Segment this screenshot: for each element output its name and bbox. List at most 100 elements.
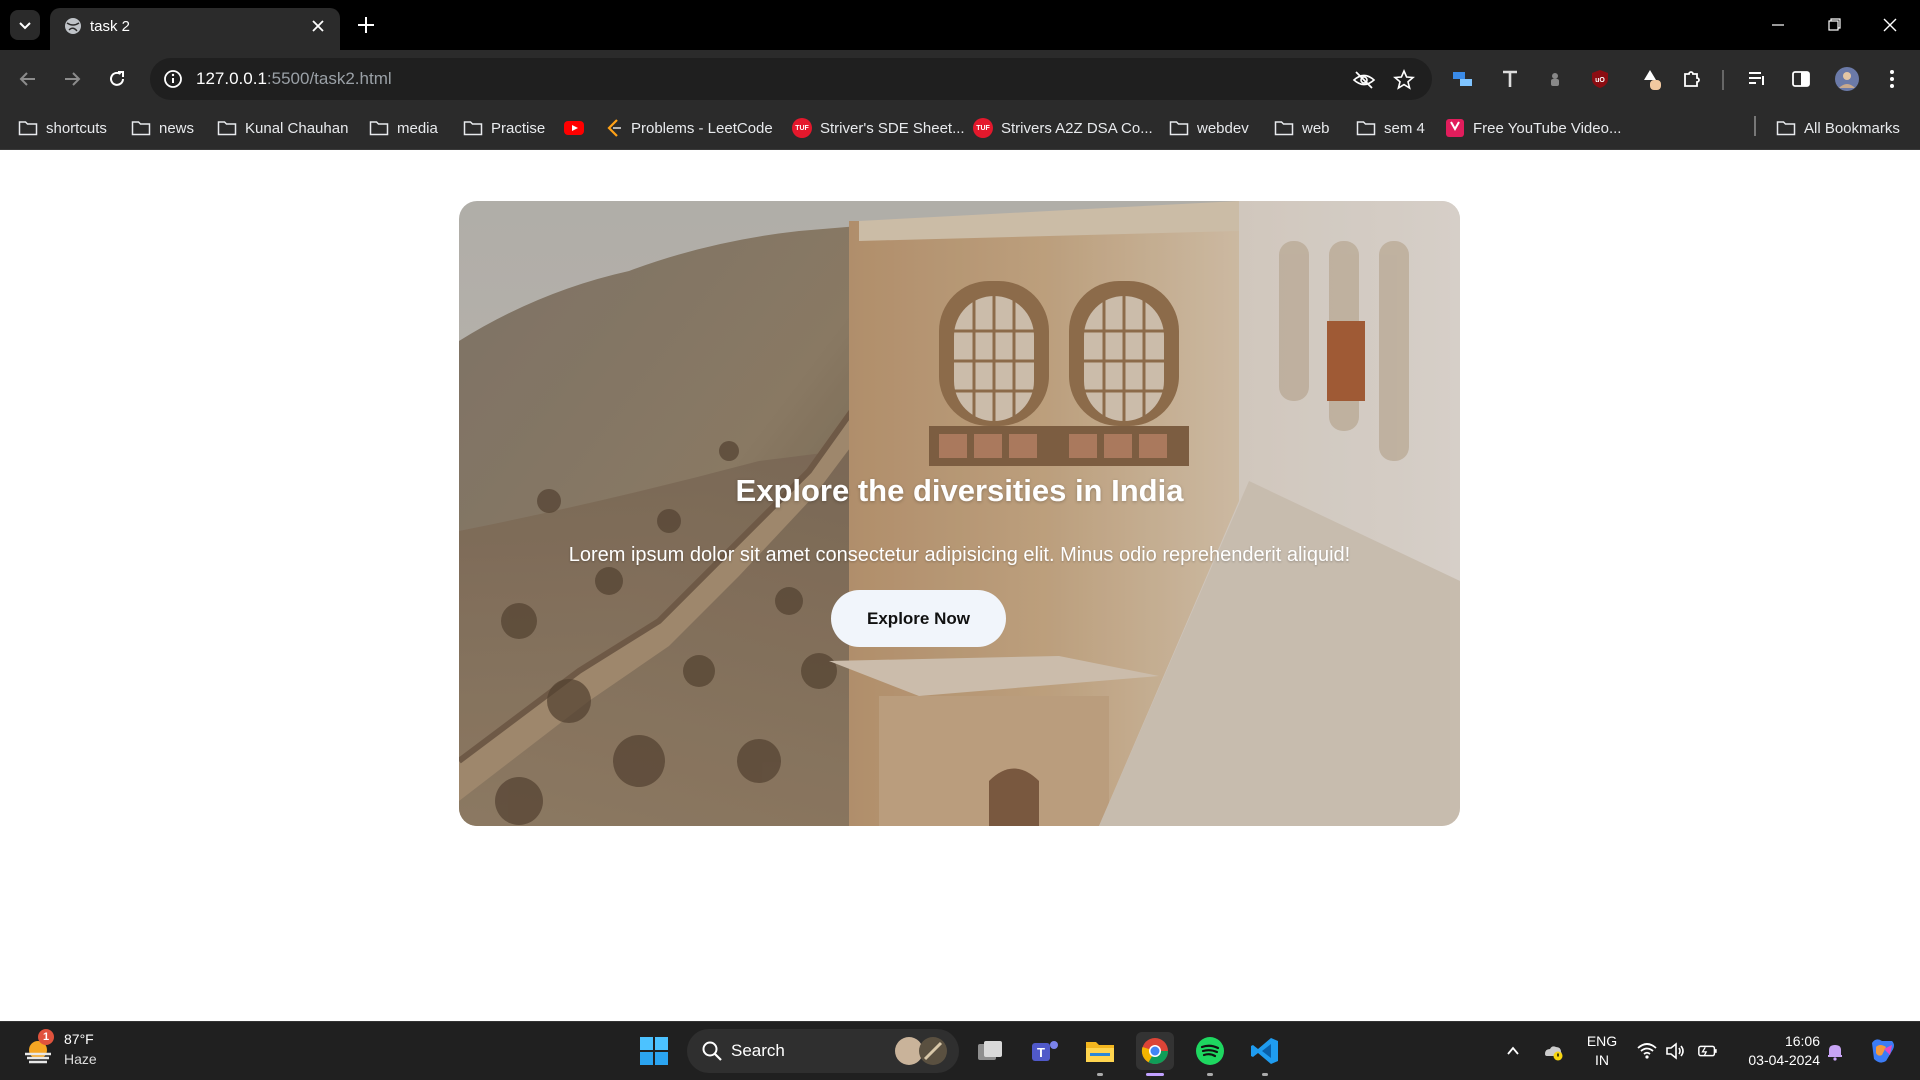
running-indicator <box>1146 1073 1164 1076</box>
bookmark-item[interactable]: news <box>131 116 194 140</box>
bookmark-label: web <box>1302 119 1330 137</box>
folder-icon <box>369 119 389 137</box>
bookmark-item[interactable]: TUF Strivers A2Z DSA Co... <box>973 116 1153 140</box>
bookmark-item[interactable]: Kunal Chauhan <box>217 116 348 140</box>
site-info-icon[interactable] <box>162 68 184 90</box>
hero-card: Explore the diversities in India Lorem i… <box>459 201 1460 826</box>
bookmark-star-icon[interactable] <box>1392 68 1416 92</box>
bookmark-label: Striver's SDE Sheet... <box>820 119 965 137</box>
bookmark-item[interactable]: Problems - LeetCode <box>605 116 773 140</box>
extension-cursor-icon[interactable] <box>1638 66 1664 92</box>
running-indicator <box>1207 1073 1213 1076</box>
bookmark-item[interactable]: Practise <box>463 116 545 140</box>
wifi-icon[interactable] <box>1636 1040 1658 1062</box>
restore-icon[interactable] <box>1821 12 1847 38</box>
leetcode-icon <box>605 118 623 138</box>
volume-icon[interactable] <box>1664 1040 1686 1062</box>
profile-avatar[interactable] <box>1834 66 1860 92</box>
arrow-right-icon <box>65 72 81 86</box>
weather-temperature: 87°F <box>64 1031 94 1047</box>
reload-button[interactable] <box>103 65 131 93</box>
extension-translate-icon[interactable] <box>1450 66 1476 92</box>
tray-overflow-icon[interactable] <box>1502 1040 1524 1062</box>
weather-widget[interactable]: 1 87°F Haze <box>22 1029 142 1073</box>
browser-toolbar: 127.0.0.1:5500/task2.html uO <box>0 50 1920 108</box>
vscode-app[interactable] <box>1246 1032 1284 1076</box>
folder-icon <box>131 119 151 137</box>
notification-bell-icon[interactable] <box>1824 1040 1846 1062</box>
chevron-down-icon <box>19 22 31 30</box>
all-bookmarks-button[interactable]: All Bookmarks <box>1776 116 1900 140</box>
toolbar-divider <box>1722 70 1724 90</box>
tab-search-button[interactable] <box>10 10 40 40</box>
bookmark-label: media <box>397 119 438 137</box>
folder-icon <box>18 119 38 137</box>
folder-icon <box>463 119 483 137</box>
vscode-icon <box>1251 1038 1278 1064</box>
bookmark-item[interactable]: web <box>1274 116 1330 140</box>
explore-now-button[interactable]: Explore Now <box>831 590 1006 647</box>
address-bar[interactable]: 127.0.0.1:5500/task2.html <box>150 58 1432 100</box>
forward-button[interactable] <box>58 65 86 93</box>
extensions-puzzle-icon[interactable] <box>1679 66 1705 92</box>
language-indicator[interactable]: ENG IN <box>1584 1032 1620 1070</box>
bookmark-item[interactable] <box>563 116 585 140</box>
teams-icon: T <box>1032 1041 1058 1061</box>
copilot-icon[interactable] <box>1866 1035 1898 1067</box>
task-view-button[interactable] <box>971 1032 1009 1070</box>
spotify-app[interactable] <box>1191 1032 1229 1076</box>
chrome-app[interactable] <box>1136 1032 1174 1076</box>
bookmark-item[interactable]: webdev <box>1169 116 1249 140</box>
file-explorer-app[interactable] <box>1081 1032 1119 1076</box>
back-button[interactable] <box>14 65 42 93</box>
bookmark-item[interactable]: TUF Striver's SDE Sheet... <box>792 116 965 140</box>
arrow-left-icon <box>19 72 35 86</box>
youtube-icon <box>563 120 585 136</box>
extension-ublock-icon[interactable]: uO <box>1587 66 1613 92</box>
taskbar-search[interactable]: Search <box>687 1029 959 1073</box>
bookmark-item[interactable]: shortcuts <box>18 116 107 140</box>
url-text[interactable]: 127.0.0.1:5500/task2.html <box>196 69 392 89</box>
battery-icon[interactable] <box>1697 1040 1719 1062</box>
bookmark-label: Strivers A2Z DSA Co... <box>1001 119 1153 137</box>
new-tab-icon[interactable] <box>354 13 378 37</box>
clock[interactable]: 16:06 03-04-2024 <box>1736 1032 1820 1070</box>
search-label: Search <box>731 1041 785 1060</box>
running-indicator <box>1097 1073 1103 1076</box>
url-path: :5500/task2.html <box>266 69 392 88</box>
extension-font-icon[interactable] <box>1497 66 1523 92</box>
tab-title: task 2 <box>90 18 131 35</box>
close-window-icon[interactable] <box>1877 12 1903 38</box>
title-bar: task 2 <box>0 0 1920 50</box>
bookmark-item[interactable]: media <box>369 116 438 140</box>
weather-badge: 1 <box>38 1029 54 1045</box>
all-bookmarks-label: All Bookmarks <box>1804 119 1900 137</box>
teams-app[interactable]: T <box>1026 1032 1064 1070</box>
folder-icon <box>1274 119 1294 137</box>
svg-text:uO: uO <box>1595 77 1605 84</box>
browser-tab[interactable]: task 2 <box>50 8 340 50</box>
search-highlight-image <box>895 1037 947 1065</box>
search-icon <box>702 1041 722 1061</box>
folder-icon <box>217 119 237 137</box>
tuf-icon: TUF <box>792 118 812 138</box>
start-button[interactable] <box>635 1032 673 1070</box>
video-icon <box>1445 118 1465 138</box>
hero-background-image <box>459 201 1460 826</box>
close-tab-icon[interactable] <box>308 16 328 36</box>
bookmark-item[interactable]: sem 4 <box>1356 116 1425 140</box>
side-panel-icon[interactable] <box>1788 66 1814 92</box>
region-code: IN <box>1595 1052 1609 1068</box>
bookmark-label: Free YouTube Video... <box>1473 119 1622 137</box>
onedrive-warning-icon[interactable] <box>1542 1040 1564 1062</box>
clock-time: 16:06 <box>1784 1033 1820 1049</box>
extension-gray-icon[interactable] <box>1542 66 1568 92</box>
folder-icon <box>1776 119 1796 137</box>
bookmark-item[interactable]: Free YouTube Video... <box>1445 116 1621 140</box>
weather-condition: Haze <box>64 1051 97 1067</box>
bookmark-label: shortcuts <box>46 119 107 137</box>
browser-menu-icon[interactable] <box>1879 66 1905 92</box>
media-control-icon[interactable] <box>1744 66 1770 92</box>
eye-slash-icon[interactable] <box>1352 68 1376 92</box>
minimize-icon[interactable] <box>1765 12 1791 38</box>
